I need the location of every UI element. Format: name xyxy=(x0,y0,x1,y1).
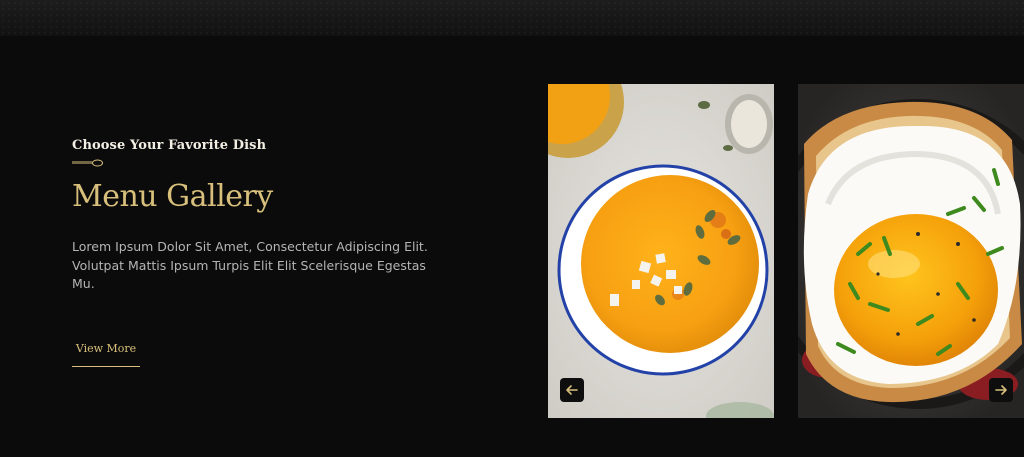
view-more-button[interactable]: View More xyxy=(72,342,140,367)
egg-toast-image xyxy=(798,84,1024,418)
pumpkin-soup-image xyxy=(548,84,774,418)
section-subtitle: Choose Your Favorite Dish xyxy=(72,138,267,153)
gallery-image-pumpkin-soup[interactable] xyxy=(548,84,774,418)
section-title: Menu Gallery xyxy=(72,179,273,214)
menu-gallery-intro: Choose Your Favorite Dish Menu Gallery L… xyxy=(72,138,452,294)
gallery-next-button[interactable] xyxy=(989,378,1013,402)
section-description: Lorem Ipsum Dolor Sit Amet, Consectetur … xyxy=(72,239,428,291)
arrow-left-icon xyxy=(566,385,578,395)
gallery-image-egg-toast[interactable] xyxy=(798,84,1024,418)
gallery-prev-button[interactable] xyxy=(560,378,584,402)
header-strip xyxy=(0,0,1024,36)
arrow-right-icon xyxy=(995,385,1007,395)
spoon-icon xyxy=(72,159,103,167)
